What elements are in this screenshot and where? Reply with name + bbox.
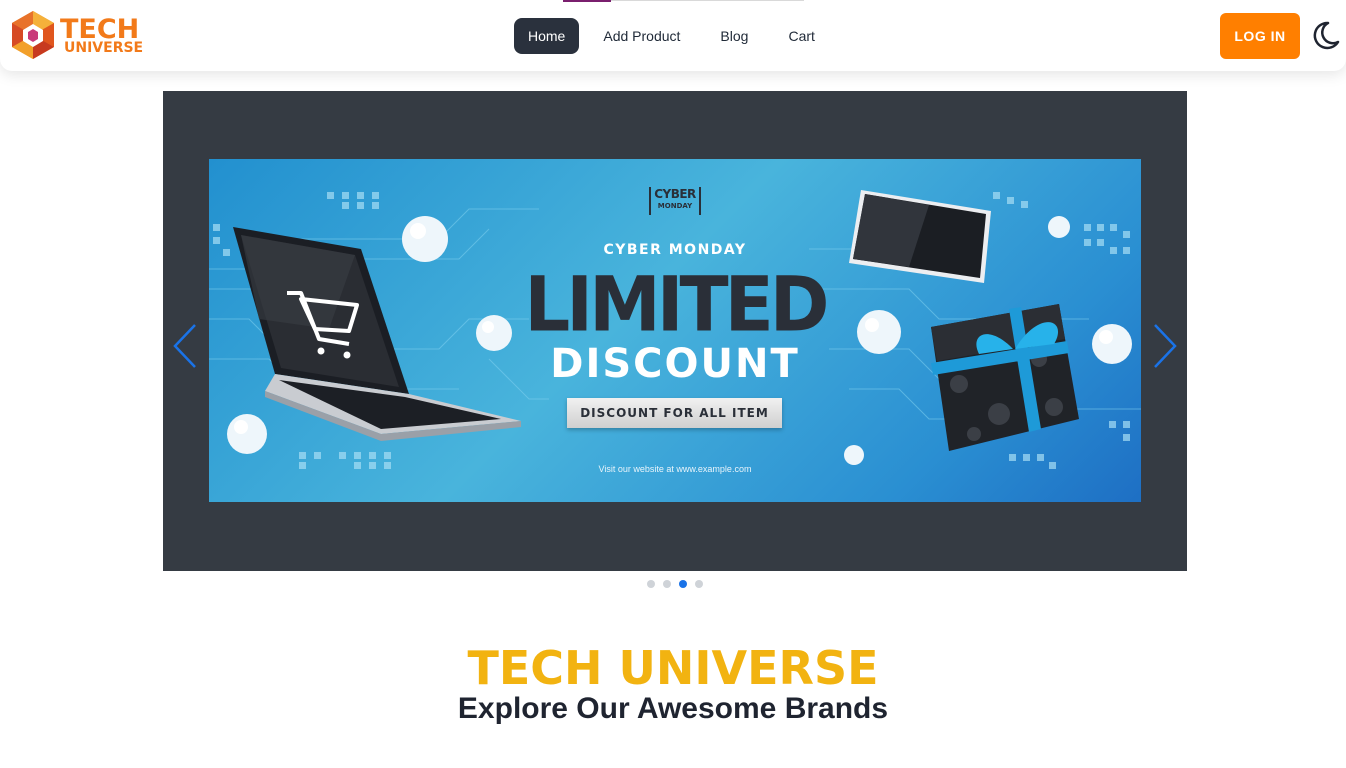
- badge-top-text: CYBER: [654, 187, 696, 201]
- banner-eyebrow: CYBER MONDAY: [603, 242, 747, 258]
- banner-headline: LIMITED: [524, 259, 829, 349]
- carousel-dot-4[interactable]: [695, 580, 703, 588]
- nav-cart[interactable]: Cart: [768, 18, 834, 54]
- carousel-dot-1[interactable]: [647, 580, 655, 588]
- hero-carousel: CYBER MONDAY CYBER MONDAY LIMITED DISCOU…: [163, 91, 1187, 571]
- nav-home[interactable]: Home: [514, 18, 580, 54]
- theme-toggle-button[interactable]: [1308, 18, 1342, 52]
- carousel-slide-banner[interactable]: CYBER MONDAY CYBER MONDAY LIMITED DISCOU…: [209, 159, 1141, 502]
- hexagon-logo-icon: [12, 11, 54, 59]
- page-title: TECH UNIVERSE: [467, 641, 879, 695]
- top-divider: [611, 0, 804, 1]
- logo-text-universe: UNIVERSE: [64, 39, 144, 56]
- brand-logo[interactable]: TECH UNIVERSE: [10, 10, 143, 60]
- carousel-dot-3[interactable]: [679, 580, 687, 588]
- chevron-right-icon: [1154, 324, 1177, 368]
- page-subtitle: Explore Our Awesome Brands: [457, 692, 889, 725]
- chevron-left-icon: [173, 324, 196, 368]
- moon-icon: [1313, 21, 1340, 50]
- badge-bottom-text: MONDAY: [657, 202, 693, 210]
- cyber-monday-badge: CYBER MONDAY: [649, 187, 701, 215]
- nav-add-product[interactable]: Add Product: [583, 18, 700, 54]
- main-nav: Home Add Product Blog Cart: [514, 18, 835, 54]
- banner-footnote: Visit our website at www.example.com: [598, 464, 752, 474]
- logo-text-tech: TECH: [60, 13, 140, 45]
- top-accent-bar: [563, 0, 611, 2]
- carousel-dot-2[interactable]: [663, 580, 671, 588]
- top-navbar: TECH UNIVERSE Home Add Product Blog Cart…: [0, 0, 1346, 71]
- nav-blog[interactable]: Blog: [700, 18, 768, 54]
- carousel-indicators: [647, 580, 711, 588]
- login-button[interactable]: LOG IN: [1220, 13, 1300, 59]
- banner-pill: DISCOUNT FOR ALL ITEM: [567, 398, 782, 428]
- carousel-next-button[interactable]: [1149, 321, 1179, 371]
- banner-subheadline: DISCOUNT: [550, 341, 800, 387]
- carousel-prev-button[interactable]: [171, 321, 201, 371]
